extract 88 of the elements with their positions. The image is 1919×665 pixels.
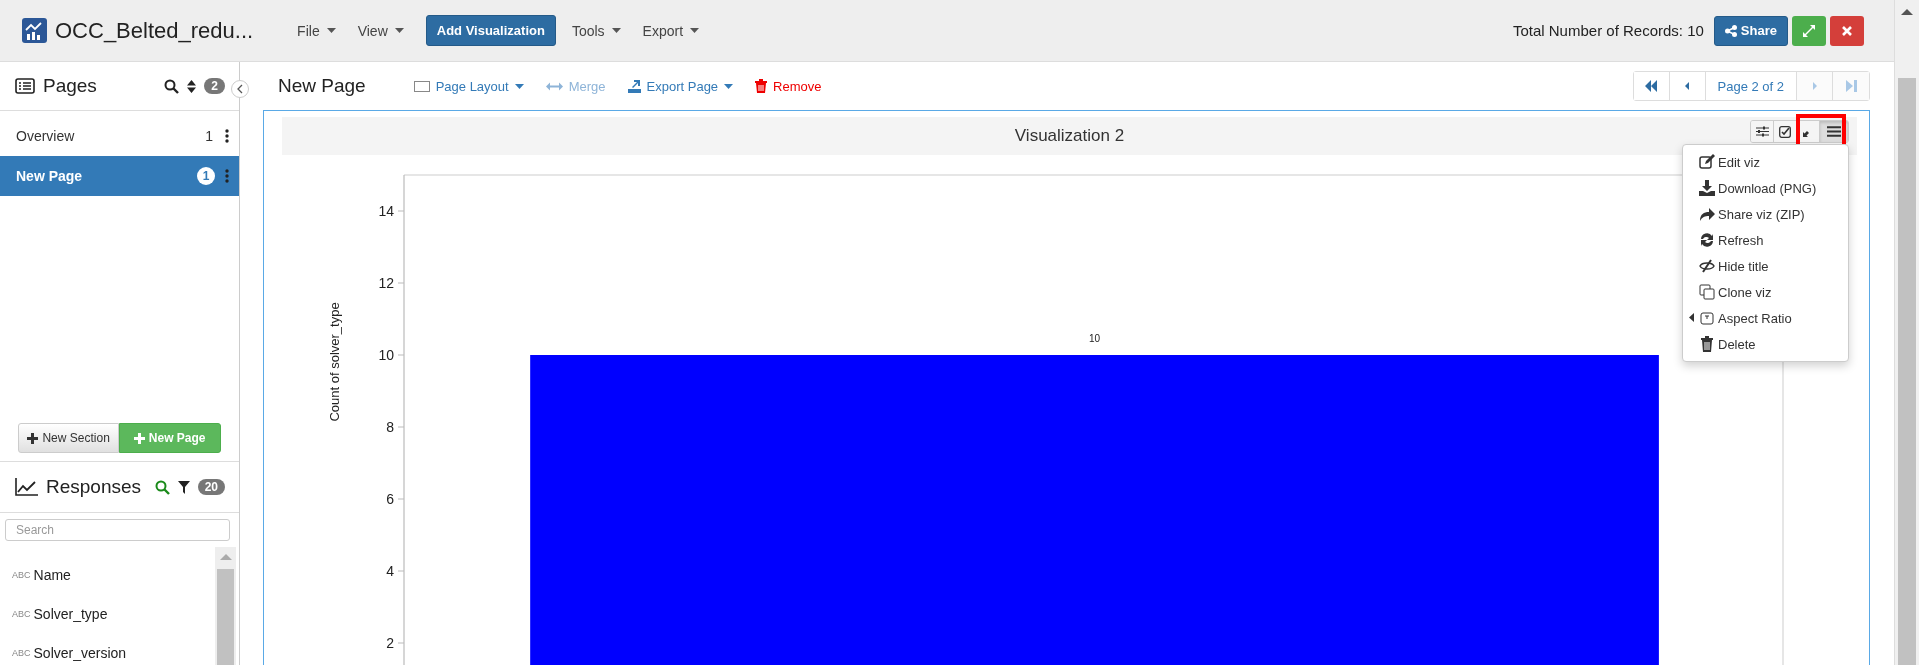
- scroll-up-icon[interactable]: [1901, 8, 1913, 16]
- trash-icon: [755, 79, 768, 93]
- data-label: 10: [1088, 333, 1101, 344]
- axis-title: Count of solver_type: [327, 302, 342, 422]
- tick-label: 6: [386, 491, 394, 507]
- search-field[interactable]: Search: [5, 519, 230, 541]
- double-arrow-icon: [545, 81, 563, 91]
- menu-item[interactable]: Edit viz: [1683, 149, 1848, 175]
- page-item[interactable]: New Page 1: [0, 156, 239, 196]
- response-count-badge: 20: [197, 479, 225, 495]
- menu-item[interactable]: File: [297, 22, 336, 39]
- tick-label: 8: [386, 419, 394, 435]
- page-title: New Page: [278, 75, 366, 97]
- download-icon: [1699, 180, 1715, 196]
- sort-icon[interactable]: [187, 79, 197, 93]
- eye-slash-icon: [1699, 258, 1715, 274]
- menu-item[interactable]: View: [357, 22, 404, 39]
- app-logo-icon: [22, 18, 47, 43]
- field-type-label: ABC: [12, 608, 31, 619]
- tick-label: 14: [378, 203, 394, 219]
- page-count-badge: 2: [204, 78, 225, 94]
- menu-item[interactable]: Aspect Ratio: [1683, 305, 1848, 331]
- field-name[interactable]: Name: [33, 566, 71, 583]
- tick-label: 2: [386, 635, 394, 651]
- field-type-label: ABC: [12, 647, 31, 658]
- record-count: Total Number of Records: 10: [1512, 22, 1704, 39]
- frame-icon: [1699, 310, 1715, 326]
- field-name[interactable]: Solver_type: [33, 605, 108, 622]
- menu-item[interactable]: Clone viz: [1683, 279, 1848, 305]
- menu-item[interactable]: Download (PNG): [1683, 175, 1848, 201]
- edit-icon: [1699, 154, 1715, 170]
- menu-icon: [1827, 126, 1841, 137]
- export-icon: [627, 79, 641, 93]
- menu-item[interactable]: Hide title: [1683, 253, 1848, 279]
- panel-title: Pages: [43, 75, 98, 97]
- remove-button[interactable]: Remove: [755, 78, 822, 94]
- new-section-button[interactable]: New Section: [18, 423, 119, 453]
- caret-icon: [514, 83, 524, 89]
- close-icon: [1842, 25, 1852, 36]
- menu-item[interactable]: Refresh: [1683, 227, 1848, 253]
- panel-title: Responses: [46, 476, 143, 498]
- clone-icon: [1699, 284, 1715, 300]
- tick-label: 10: [378, 347, 394, 363]
- caret-icon: [611, 28, 621, 33]
- rectangle-icon: [413, 80, 430, 92]
- field-name[interactable]: Solver_version: [33, 644, 127, 661]
- checkbox-icon: [1779, 125, 1791, 138]
- chevron-left-icon: [237, 84, 243, 94]
- tick-label: 12: [378, 275, 394, 291]
- menu-item[interactable]: Share viz (ZIP): [1683, 201, 1848, 227]
- add-visualization-button[interactable]: Add Visualization: [425, 15, 556, 46]
- line-chart-icon: [15, 478, 38, 496]
- close-button[interactable]: [1830, 15, 1864, 46]
- caret-icon: [690, 28, 700, 33]
- caret-icon: [724, 83, 734, 89]
- caret-icon: [394, 28, 404, 33]
- menu-item[interactable]: Tools: [571, 22, 621, 39]
- page-item[interactable]: Overview 1: [0, 116, 239, 156]
- more-icon[interactable]: [225, 129, 229, 143]
- share-icon: [1724, 24, 1737, 37]
- refresh-icon: [1699, 232, 1715, 248]
- filter-icon[interactable]: [177, 480, 190, 494]
- visualization-title: Visualization 2: [1014, 126, 1125, 146]
- share-button[interactable]: Share: [1713, 15, 1788, 46]
- fullscreen-button[interactable]: [1792, 15, 1826, 46]
- collapse-button[interactable]: [231, 80, 249, 98]
- menu-item[interactable]: Delete: [1683, 331, 1848, 357]
- export-button[interactable]: Export Page: [627, 78, 734, 94]
- app-title: OCC_Belted_redu...: [55, 17, 254, 44]
- plus-icon: [27, 432, 39, 444]
- first-icon: [1644, 80, 1658, 92]
- caret-icon: [326, 28, 336, 33]
- first-page-button[interactable]: [1633, 72, 1670, 100]
- field-type-label: ABC: [12, 569, 31, 580]
- menu-item[interactable]: Export: [642, 22, 700, 39]
- sliders-icon: [1755, 126, 1769, 137]
- scrollbar[interactable]: [215, 547, 236, 665]
- share-arrow-icon: [1699, 206, 1715, 222]
- trash-icon: [1699, 336, 1715, 352]
- scrollbar[interactable]: [1894, 0, 1919, 665]
- layout-button[interactable]: Page Layout: [413, 78, 524, 94]
- plus-icon: [133, 432, 145, 444]
- search-icon[interactable]: [164, 78, 180, 94]
- sliders-button[interactable]: [1751, 121, 1774, 142]
- list-icon: [15, 78, 35, 94]
- expand-icon: [1803, 24, 1815, 37]
- tick-label: 4: [386, 563, 394, 579]
- last-icon: [1844, 80, 1858, 92]
